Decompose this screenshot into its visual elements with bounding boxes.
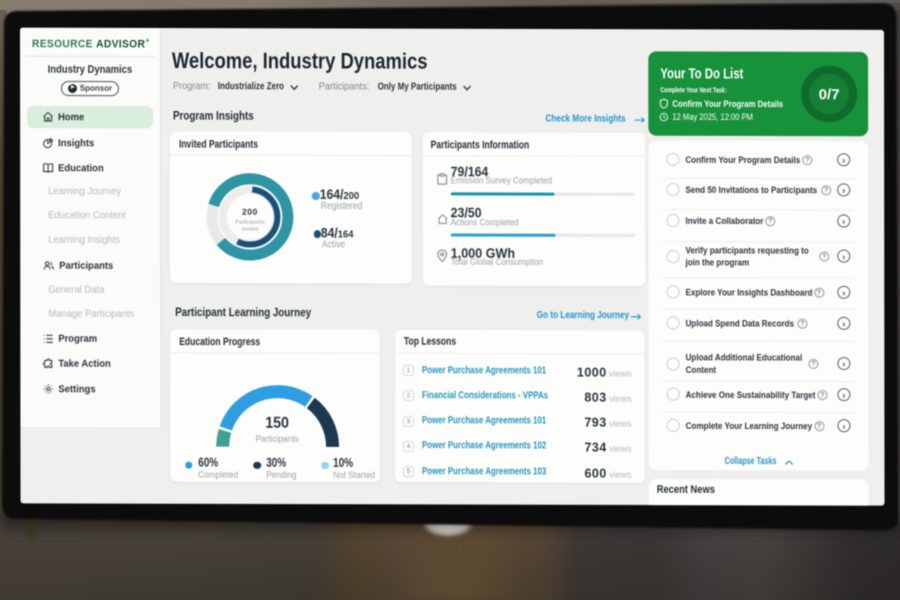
svg-text:0/7: 0/7 <box>819 86 840 103</box>
svg-text:200: 200 <box>242 206 258 216</box>
svg-text:Participants: Participants <box>235 219 264 225</box>
svg-text:Invited: Invited <box>241 226 257 232</box>
